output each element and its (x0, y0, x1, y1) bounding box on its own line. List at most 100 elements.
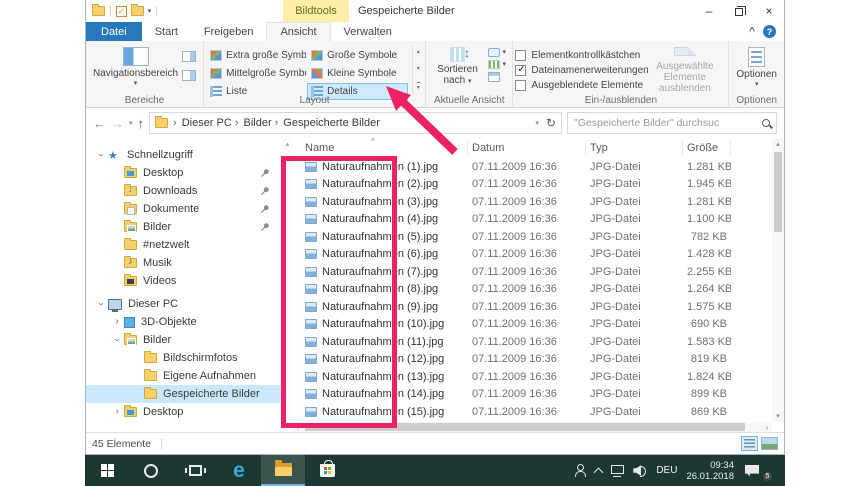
file-name-cell[interactable]: Naturaufnahmen (10).jpg (301, 318, 468, 330)
ribbon-tab[interactable]: Verwalten (331, 22, 405, 41)
file-name-cell[interactable]: Naturaufnahmen (5).jpg (301, 231, 468, 243)
collapse-ribbon-icon[interactable]: ^ (749, 26, 755, 37)
details-pane-icon[interactable] (182, 70, 197, 81)
checkbox-icon[interactable] (515, 64, 527, 76)
sidebar-item[interactable]: Dokumente (86, 200, 282, 218)
scroll-down-icon[interactable]: ▾ (286, 422, 290, 430)
sidebar-item[interactable]: Schnellzugriff (86, 146, 282, 164)
sidebar-item[interactable]: Downloads (86, 182, 282, 200)
vertical-scrollbar[interactable]: ▴ ▾ (772, 138, 784, 422)
ribbon-tab[interactable]: Start (142, 22, 191, 41)
preview-pane-icon[interactable] (182, 51, 197, 62)
breadcrumb-segment[interactable]: › Gespeicherte Bilder (272, 117, 380, 129)
minimize-button[interactable]: – (694, 0, 724, 22)
options-button[interactable]: Optionen ▾ (736, 45, 777, 94)
add-columns-icon[interactable] (488, 60, 501, 69)
cortana-button[interactable] (129, 455, 173, 486)
contextual-tab-group-label[interactable]: Bildtools (283, 0, 349, 22)
file-name-cell[interactable]: Naturaufnahmen (1).jpg (301, 161, 468, 173)
new-folder-qat-icon[interactable] (130, 4, 144, 16)
column-header-name[interactable]: Name (301, 140, 468, 156)
details-view-toggle-icon[interactable] (741, 436, 758, 451)
task-view-button[interactable] (173, 455, 217, 486)
properties-qat-icon[interactable]: ✓ (115, 5, 127, 17)
file-row[interactable]: Naturaufnahmen (9).jpg 07.11.2009 16:36 … (293, 298, 772, 316)
expand-chevron-icon[interactable] (110, 403, 124, 421)
file-row[interactable]: Naturaufnahmen (6).jpg 07.11.2009 16:36 … (293, 246, 772, 264)
file-row[interactable]: Naturaufnahmen (13).jpg 07.11.2009 16:36… (293, 368, 772, 386)
layout-option[interactable]: Mittelgroße Symbole (206, 65, 307, 82)
address-dropdown-icon[interactable]: ▾ (535, 119, 539, 127)
file-row[interactable]: Naturaufnahmen (8).jpg 07.11.2009 16:36 … (293, 281, 772, 299)
gallery-down-icon[interactable]: ▾ (417, 65, 420, 72)
file-name-cell[interactable]: Naturaufnahmen (6).jpg (301, 248, 468, 260)
ribbon-checkbox[interactable]: Elementkontrollkästchen (515, 50, 643, 61)
file-name-cell[interactable]: Naturaufnahmen (15).jpg (301, 406, 468, 418)
file-row[interactable]: Naturaufnahmen (1).jpg 07.11.2009 16:36 … (293, 158, 772, 176)
sidebar-item[interactable]: Dieser PC (86, 295, 282, 313)
recent-locations-dropdown-icon[interactable]: ▾ (129, 119, 133, 127)
breadcrumb-segment[interactable]: › Bilder (232, 117, 272, 129)
file-explorer-button[interactable] (261, 455, 305, 486)
sidebar-item[interactable]: Bilder (86, 331, 282, 349)
people-icon[interactable] (574, 464, 587, 477)
breadcrumb-segment[interactable]: › Dieser PC (170, 117, 232, 129)
file-row[interactable]: Naturaufnahmen (14).jpg 07.11.2009 16:36… (293, 386, 772, 404)
sidebar-item[interactable]: Musik (86, 254, 282, 272)
scroll-up-icon[interactable]: ▴ (776, 138, 780, 150)
file-name-cell[interactable]: Naturaufnahmen (9).jpg (301, 301, 468, 313)
back-icon[interactable]: ← (93, 116, 106, 131)
network-icon[interactable] (611, 465, 625, 477)
sidebar-item[interactable]: 3D-Objekte (86, 313, 282, 331)
start-button[interactable] (85, 455, 129, 486)
refresh-icon[interactable]: ↻ (546, 116, 556, 130)
sidebar-item[interactable]: Gespeicherte Bilder (86, 385, 282, 403)
column-header-date[interactable]: Datum (468, 140, 586, 156)
file-row[interactable]: Naturaufnahmen (15).jpg 07.11.2009 16:36… (293, 403, 772, 421)
size-columns-icon[interactable] (488, 72, 501, 82)
breadcrumb[interactable]: › Dieser PC › Bilder › Gespeicherte Bilder … (149, 112, 562, 134)
expand-chevron-icon[interactable] (110, 331, 124, 349)
file-row[interactable]: Naturaufnahmen (10).jpg 07.11.2009 16:36… (293, 316, 772, 334)
file-row[interactable]: Naturaufnahmen (4).jpg 07.11.2009 16:36 … (293, 211, 772, 229)
file-name-cell[interactable]: Naturaufnahmen (14).jpg (301, 388, 468, 400)
action-center-icon[interactable] (745, 464, 759, 477)
scroll-right-icon[interactable]: › (762, 423, 772, 432)
file-row[interactable]: Naturaufnahmen (7).jpg 07.11.2009 16:36 … (293, 263, 772, 281)
expand-chevron-icon[interactable] (94, 295, 108, 313)
store-button[interactable] (305, 455, 349, 486)
search-input[interactable]: "Gespeicherte Bilder" durchsuc (567, 112, 777, 134)
restore-button[interactable] (724, 0, 754, 22)
ribbon-checkbox[interactable]: Ausgeblendete Elemente (515, 80, 643, 91)
sidebar-item[interactable]: Videos (86, 272, 282, 290)
up-icon[interactable]: ↑ (138, 116, 145, 131)
expand-chevron-icon[interactable] (110, 313, 124, 331)
group-by-icon[interactable] (488, 48, 501, 57)
file-name-cell[interactable]: Naturaufnahmen (13).jpg (301, 371, 468, 383)
sidebar-item[interactable]: Desktop (86, 403, 282, 421)
scroll-left-icon[interactable]: ‹ (293, 423, 303, 432)
file-name-cell[interactable]: Naturaufnahmen (12).jpg (301, 353, 468, 365)
sort-by-button[interactable]: ↕ Sortieren nach ▾ (432, 45, 482, 94)
close-button[interactable]: × (754, 0, 784, 22)
vertical-scrollbar-thumb[interactable] (774, 152, 782, 232)
file-name-cell[interactable]: Naturaufnahmen (7).jpg (301, 266, 468, 278)
checkbox-icon[interactable] (515, 80, 527, 91)
sidebar-item[interactable]: Eigene Aufnahmen (86, 367, 282, 385)
scroll-up-icon[interactable]: ▴ (286, 140, 290, 148)
thumbnail-view-toggle-icon[interactable] (761, 437, 778, 450)
file-name-cell[interactable]: Naturaufnahmen (8).jpg (301, 283, 468, 295)
file-row[interactable]: Naturaufnahmen (2).jpg 07.11.2009 16:36 … (293, 176, 772, 194)
checkbox-icon[interactable] (515, 50, 527, 61)
edge-button[interactable]: e (217, 455, 261, 486)
layout-option[interactable]: Kleine Symbole (307, 65, 408, 82)
ribbon-checkbox[interactable]: Dateinamenerweiterungen (515, 64, 649, 76)
sidebar-item[interactable]: Desktop (86, 164, 282, 182)
ribbon-tab[interactable]: Datei (86, 22, 142, 41)
gallery-more-icon[interactable]: ▾ (416, 82, 420, 91)
column-header-type[interactable]: Typ (586, 140, 683, 156)
expand-chevron-icon[interactable] (94, 146, 108, 164)
sidebar-item[interactable]: Bilder (86, 218, 282, 236)
sidebar-scrollbar[interactable]: ▴ ▾ (282, 138, 293, 432)
file-row[interactable]: Naturaufnahmen (5).jpg 07.11.2009 16:36 … (293, 228, 772, 246)
